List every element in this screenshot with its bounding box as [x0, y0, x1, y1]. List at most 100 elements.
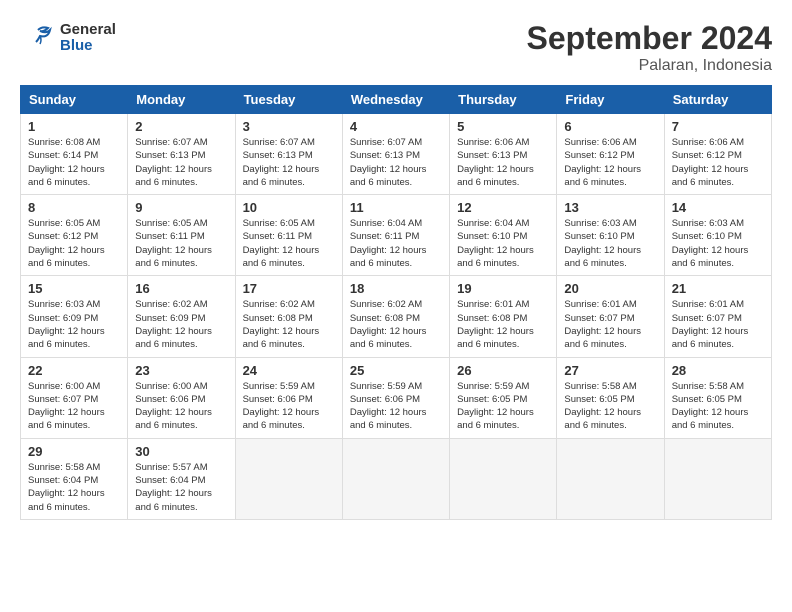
day-number: 26 [457, 363, 549, 378]
day-number: 2 [135, 119, 227, 134]
calendar-cell: 6 Sunrise: 6:06 AM Sunset: 6:12 PM Dayli… [557, 114, 664, 195]
day-number: 17 [243, 281, 335, 296]
calendar-cell: 29 Sunrise: 5:58 AM Sunset: 6:04 PM Dayl… [21, 438, 128, 519]
location-title: Palaran, Indonesia [527, 57, 772, 75]
day-info: Sunrise: 6:07 AM Sunset: 6:13 PM Dayligh… [350, 136, 442, 189]
day-info: Sunrise: 6:00 AM Sunset: 6:07 PM Dayligh… [28, 380, 120, 433]
day-info: Sunrise: 6:05 AM Sunset: 6:11 PM Dayligh… [135, 217, 227, 270]
calendar-cell: 3 Sunrise: 6:07 AM Sunset: 6:13 PM Dayli… [235, 114, 342, 195]
calendar-cell: 16 Sunrise: 6:02 AM Sunset: 6:09 PM Dayl… [128, 276, 235, 357]
page-header: General Blue September 2024 Palaran, Ind… [20, 20, 772, 75]
day-info: Sunrise: 6:02 AM Sunset: 6:09 PM Dayligh… [135, 298, 227, 351]
calendar-cell [342, 438, 449, 519]
calendar-cell: 18 Sunrise: 6:02 AM Sunset: 6:08 PM Dayl… [342, 276, 449, 357]
calendar-cell: 23 Sunrise: 6:00 AM Sunset: 6:06 PM Dayl… [128, 357, 235, 438]
calendar-cell: 8 Sunrise: 6:05 AM Sunset: 6:12 PM Dayli… [21, 195, 128, 276]
calendar-cell: 17 Sunrise: 6:02 AM Sunset: 6:08 PM Dayl… [235, 276, 342, 357]
day-info: Sunrise: 6:01 AM Sunset: 6:08 PM Dayligh… [457, 298, 549, 351]
calendar-cell: 19 Sunrise: 6:01 AM Sunset: 6:08 PM Dayl… [450, 276, 557, 357]
calendar-cell: 25 Sunrise: 5:59 AM Sunset: 6:06 PM Dayl… [342, 357, 449, 438]
day-info: Sunrise: 6:06 AM Sunset: 6:13 PM Dayligh… [457, 136, 549, 189]
weekday-header-sunday: Sunday [21, 86, 128, 114]
day-info: Sunrise: 5:58 AM Sunset: 6:05 PM Dayligh… [672, 380, 764, 433]
day-info: Sunrise: 6:00 AM Sunset: 6:06 PM Dayligh… [135, 380, 227, 433]
day-number: 20 [564, 281, 656, 296]
day-number: 4 [350, 119, 442, 134]
day-number: 15 [28, 281, 120, 296]
calendar-week-2: 8 Sunrise: 6:05 AM Sunset: 6:12 PM Dayli… [21, 195, 772, 276]
day-number: 25 [350, 363, 442, 378]
calendar-cell: 11 Sunrise: 6:04 AM Sunset: 6:11 PM Dayl… [342, 195, 449, 276]
calendar-cell: 22 Sunrise: 6:00 AM Sunset: 6:07 PM Dayl… [21, 357, 128, 438]
logo-line2: Blue [60, 38, 116, 55]
day-number: 10 [243, 200, 335, 215]
day-info: Sunrise: 6:02 AM Sunset: 6:08 PM Dayligh… [350, 298, 442, 351]
logo-container: General Blue [20, 20, 116, 56]
calendar-cell: 14 Sunrise: 6:03 AM Sunset: 6:10 PM Dayl… [664, 195, 771, 276]
day-info: Sunrise: 6:08 AM Sunset: 6:14 PM Dayligh… [28, 136, 120, 189]
day-number: 22 [28, 363, 120, 378]
logo-line1: General [60, 22, 116, 39]
day-number: 3 [243, 119, 335, 134]
calendar-cell [664, 438, 771, 519]
weekday-header-thursday: Thursday [450, 86, 557, 114]
calendar-cell: 1 Sunrise: 6:08 AM Sunset: 6:14 PM Dayli… [21, 114, 128, 195]
day-info: Sunrise: 6:01 AM Sunset: 6:07 PM Dayligh… [564, 298, 656, 351]
day-info: Sunrise: 6:03 AM Sunset: 6:09 PM Dayligh… [28, 298, 120, 351]
calendar-cell: 2 Sunrise: 6:07 AM Sunset: 6:13 PM Dayli… [128, 114, 235, 195]
day-number: 14 [672, 200, 764, 215]
weekday-header-friday: Friday [557, 86, 664, 114]
day-info: Sunrise: 6:06 AM Sunset: 6:12 PM Dayligh… [564, 136, 656, 189]
calendar-cell [235, 438, 342, 519]
day-info: Sunrise: 6:02 AM Sunset: 6:08 PM Dayligh… [243, 298, 335, 351]
day-info: Sunrise: 6:07 AM Sunset: 6:13 PM Dayligh… [135, 136, 227, 189]
day-info: Sunrise: 6:05 AM Sunset: 6:12 PM Dayligh… [28, 217, 120, 270]
day-number: 5 [457, 119, 549, 134]
calendar-cell: 10 Sunrise: 6:05 AM Sunset: 6:11 PM Dayl… [235, 195, 342, 276]
day-number: 21 [672, 281, 764, 296]
day-info: Sunrise: 6:01 AM Sunset: 6:07 PM Dayligh… [672, 298, 764, 351]
day-number: 7 [672, 119, 764, 134]
day-number: 18 [350, 281, 442, 296]
calendar-week-1: 1 Sunrise: 6:08 AM Sunset: 6:14 PM Dayli… [21, 114, 772, 195]
day-number: 27 [564, 363, 656, 378]
title-block: September 2024 Palaran, Indonesia [527, 20, 772, 75]
calendar-table: SundayMondayTuesdayWednesdayThursdayFrid… [20, 85, 772, 520]
day-number: 11 [350, 200, 442, 215]
logo: General Blue [20, 20, 116, 56]
day-number: 30 [135, 444, 227, 459]
calendar-cell: 5 Sunrise: 6:06 AM Sunset: 6:13 PM Dayli… [450, 114, 557, 195]
day-number: 23 [135, 363, 227, 378]
calendar-cell: 12 Sunrise: 6:04 AM Sunset: 6:10 PM Dayl… [450, 195, 557, 276]
day-info: Sunrise: 6:06 AM Sunset: 6:12 PM Dayligh… [672, 136, 764, 189]
calendar-week-5: 29 Sunrise: 5:58 AM Sunset: 6:04 PM Dayl… [21, 438, 772, 519]
day-info: Sunrise: 6:04 AM Sunset: 6:11 PM Dayligh… [350, 217, 442, 270]
day-number: 9 [135, 200, 227, 215]
day-info: Sunrise: 5:59 AM Sunset: 6:06 PM Dayligh… [243, 380, 335, 433]
day-number: 12 [457, 200, 549, 215]
day-number: 1 [28, 119, 120, 134]
calendar-week-3: 15 Sunrise: 6:03 AM Sunset: 6:09 PM Dayl… [21, 276, 772, 357]
calendar-week-4: 22 Sunrise: 6:00 AM Sunset: 6:07 PM Dayl… [21, 357, 772, 438]
logo-bird-icon [20, 20, 56, 56]
weekday-header-saturday: Saturday [664, 86, 771, 114]
day-number: 29 [28, 444, 120, 459]
calendar-cell: 15 Sunrise: 6:03 AM Sunset: 6:09 PM Dayl… [21, 276, 128, 357]
calendar-cell: 4 Sunrise: 6:07 AM Sunset: 6:13 PM Dayli… [342, 114, 449, 195]
day-info: Sunrise: 5:57 AM Sunset: 6:04 PM Dayligh… [135, 461, 227, 514]
day-number: 24 [243, 363, 335, 378]
day-info: Sunrise: 6:03 AM Sunset: 6:10 PM Dayligh… [564, 217, 656, 270]
calendar-header-row: SundayMondayTuesdayWednesdayThursdayFrid… [21, 86, 772, 114]
calendar-cell: 7 Sunrise: 6:06 AM Sunset: 6:12 PM Dayli… [664, 114, 771, 195]
day-number: 8 [28, 200, 120, 215]
weekday-header-tuesday: Tuesday [235, 86, 342, 114]
day-number: 13 [564, 200, 656, 215]
calendar-cell: 24 Sunrise: 5:59 AM Sunset: 6:06 PM Dayl… [235, 357, 342, 438]
calendar-cell: 26 Sunrise: 5:59 AM Sunset: 6:05 PM Dayl… [450, 357, 557, 438]
day-info: Sunrise: 5:59 AM Sunset: 6:06 PM Dayligh… [350, 380, 442, 433]
day-info: Sunrise: 6:05 AM Sunset: 6:11 PM Dayligh… [243, 217, 335, 270]
calendar-cell: 28 Sunrise: 5:58 AM Sunset: 6:05 PM Dayl… [664, 357, 771, 438]
day-info: Sunrise: 5:59 AM Sunset: 6:05 PM Dayligh… [457, 380, 549, 433]
day-number: 6 [564, 119, 656, 134]
calendar-cell [450, 438, 557, 519]
